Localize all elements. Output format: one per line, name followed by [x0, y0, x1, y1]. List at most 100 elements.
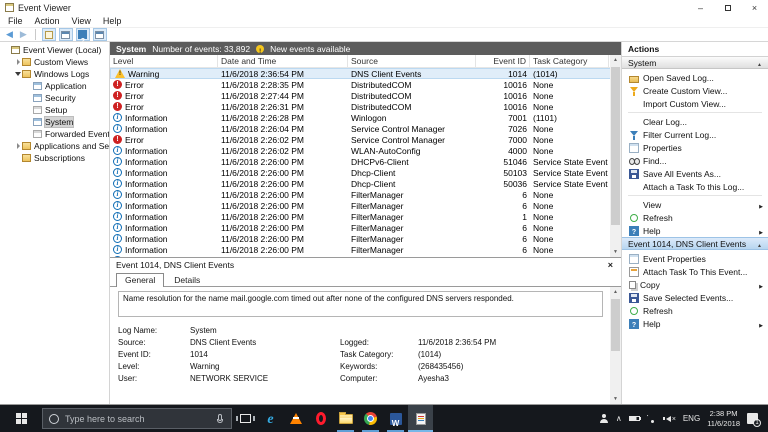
tree-item-setup[interactable]: Setup	[0, 104, 109, 116]
action-event-properties[interactable]: Event Properties	[622, 252, 768, 265]
scroll-up-icon[interactable]	[613, 55, 618, 65]
event-row[interactable]: Information11/6/2018 2:26:00 PMFilterMan…	[110, 222, 621, 233]
language-indicator[interactable]: ENG	[683, 414, 700, 423]
scrollbar-thumb[interactable]	[611, 67, 620, 225]
action-view[interactable]: View	[622, 198, 768, 211]
event-row[interactable]: Information11/6/2018 2:26:00 PMFilterMan…	[110, 200, 621, 211]
tree-expander-icon[interactable]	[14, 143, 22, 149]
tree-item-subscriptions[interactable]: Subscriptions	[0, 152, 109, 164]
action-center-icon[interactable]: 1	[747, 413, 758, 424]
taskbar-app-explorer[interactable]	[333, 405, 358, 432]
tree-expander-icon[interactable]	[14, 72, 22, 76]
menu-help[interactable]: Help	[97, 16, 128, 26]
action-properties[interactable]: Properties	[622, 141, 768, 154]
list-scrollbar[interactable]	[610, 55, 621, 257]
event-row[interactable]: Error11/6/2018 2:27:44 PMDistributedCOM1…	[110, 90, 621, 101]
action-refresh[interactable]: Refresh	[622, 211, 768, 224]
preview-close-button[interactable]: ×	[606, 260, 615, 270]
menu-action[interactable]: Action	[29, 16, 66, 26]
column-header-source[interactable]: Source	[348, 55, 476, 67]
column-header-level[interactable]: Level	[110, 55, 218, 67]
scrollbar-thumb[interactable]	[611, 299, 620, 351]
taskbar-app-edge[interactable]	[258, 405, 283, 432]
tree-item-custom-views[interactable]: Custom Views	[0, 56, 109, 68]
column-header-event-id[interactable]: Event ID	[476, 55, 530, 67]
action-attach-a-task-to-this-log[interactable]: Attach a Task To this Log...	[622, 180, 768, 193]
maximize-button[interactable]	[714, 0, 741, 15]
tree-item-security[interactable]: Security	[0, 92, 109, 104]
close-button[interactable]: ×	[741, 0, 768, 15]
action-create-custom-view[interactable]: Create Custom View...	[622, 84, 768, 97]
taskbar-app-opera[interactable]	[308, 405, 333, 432]
start-button[interactable]	[0, 405, 42, 432]
open-log-button[interactable]	[42, 28, 56, 41]
taskbar-app-chrome[interactable]	[358, 405, 383, 432]
event-row[interactable]: Information11/6/2018 2:26:02 PMWLAN-Auto…	[110, 145, 621, 156]
action-attach-task-to-this-event[interactable]: Attach Task To This Event...	[622, 265, 768, 278]
action-filter-current-log[interactable]: Filter Current Log...	[622, 128, 768, 141]
taskbar-app-word[interactable]	[383, 405, 408, 432]
tree-expander-icon[interactable]	[14, 59, 22, 65]
event-row[interactable]: Information11/6/2018 2:26:00 PMFilterMan…	[110, 211, 621, 222]
actions-section-event-1014-dns-client-events[interactable]: Event 1014, DNS Client Events	[622, 237, 768, 250]
menu-file[interactable]: File	[2, 16, 29, 26]
action-refresh[interactable]: Refresh	[622, 304, 768, 317]
volume-muted-icon[interactable]	[666, 414, 676, 423]
tree-item-application[interactable]: Application	[0, 80, 109, 92]
column-header-date-and-time[interactable]: Date and Time	[218, 55, 348, 67]
task-view-button[interactable]	[232, 405, 258, 432]
tab-general[interactable]: General	[116, 273, 164, 287]
forward-button[interactable]	[18, 28, 29, 41]
tree-item-applications-and-services-lo[interactable]: Applications and Services Lo	[0, 140, 109, 152]
people-icon[interactable]	[599, 414, 609, 423]
action-import-custom-view[interactable]: Import Custom View...	[622, 97, 768, 110]
menu-view[interactable]: View	[66, 16, 97, 26]
tray-overflow-chevron-icon[interactable]	[616, 414, 622, 423]
event-row[interactable]: Information11/6/2018 2:26:00 PMDhcp-Clie…	[110, 178, 621, 189]
action-help[interactable]: Help	[622, 317, 768, 330]
event-row[interactable]: Information11/6/2018 2:26:00 PMFilterMan…	[110, 189, 621, 200]
tree-item-forwarded-events[interactable]: Forwarded Events	[0, 128, 109, 140]
console-window-button[interactable]	[59, 28, 73, 41]
event-row[interactable]: Error11/6/2018 2:26:02 PMService Control…	[110, 134, 621, 145]
console-window-2-button[interactable]	[93, 28, 107, 41]
minimize-button[interactable]: –	[687, 0, 714, 15]
help-button[interactable]	[76, 28, 90, 41]
taskbar-search[interactable]: Type here to search	[42, 408, 232, 429]
event-row[interactable]: Error11/6/2018 2:28:35 PMDistributedCOM1…	[110, 79, 621, 90]
event-row[interactable]: Information11/6/2018 2:26:28 PMWinlogon7…	[110, 112, 621, 123]
taskbar-app-vlc[interactable]	[283, 405, 308, 432]
vlc-icon	[290, 413, 302, 424]
tree-item-windows-logs[interactable]: Windows Logs	[0, 68, 109, 80]
tree-item-system[interactable]: System	[0, 116, 109, 128]
event-row[interactable]: Error11/6/2018 2:26:31 PMDistributedCOM1…	[110, 101, 621, 112]
action-open-saved-log[interactable]: Open Saved Log...	[622, 71, 768, 84]
tab-details[interactable]: Details	[166, 274, 208, 286]
event-row[interactable]: Warning11/6/2018 2:36:54 PMDNS Client Ev…	[110, 68, 621, 79]
tree-root-event-viewer-local[interactable]: Event Viewer (Local)	[0, 44, 109, 56]
preview-scrollbar[interactable]	[610, 287, 621, 404]
wifi-icon[interactable]	[647, 415, 659, 423]
actions-section-system[interactable]: System	[622, 56, 768, 69]
back-button[interactable]	[4, 28, 15, 41]
event-row[interactable]: Information11/6/2018 2:26:00 PMDHCPv6-Cl…	[110, 156, 621, 167]
battery-icon[interactable]	[629, 416, 640, 421]
column-header-task-category[interactable]: Task Category	[530, 55, 609, 67]
scroll-up-icon[interactable]	[613, 287, 618, 297]
scroll-down-icon[interactable]	[613, 247, 618, 257]
error-icon	[113, 102, 122, 111]
action-save-all-events-as[interactable]: Save All Events As...	[622, 167, 768, 180]
action-copy[interactable]: Copy	[622, 278, 768, 291]
event-row[interactable]: Information11/6/2018 2:26:04 PMService C…	[110, 123, 621, 134]
action-find[interactable]: Find...	[622, 154, 768, 167]
action-help[interactable]: Help	[622, 224, 768, 237]
scroll-down-icon[interactable]	[613, 394, 618, 404]
action-save-selected-events[interactable]: Save Selected Events...	[622, 291, 768, 304]
clock[interactable]: 2:38 PM 11/6/2018	[707, 409, 740, 428]
event-row[interactable]: Information11/6/2018 2:26:00 PMDhcp-Clie…	[110, 167, 621, 178]
action-clear-log[interactable]: Clear Log...	[622, 115, 768, 128]
microphone-icon[interactable]	[218, 414, 222, 421]
taskbar-app-event-viewer[interactable]	[408, 405, 433, 432]
event-row[interactable]: Information11/6/2018 2:26:00 PMFilterMan…	[110, 233, 621, 244]
event-row[interactable]: Information11/6/2018 2:26:00 PMFilterMan…	[110, 244, 621, 255]
